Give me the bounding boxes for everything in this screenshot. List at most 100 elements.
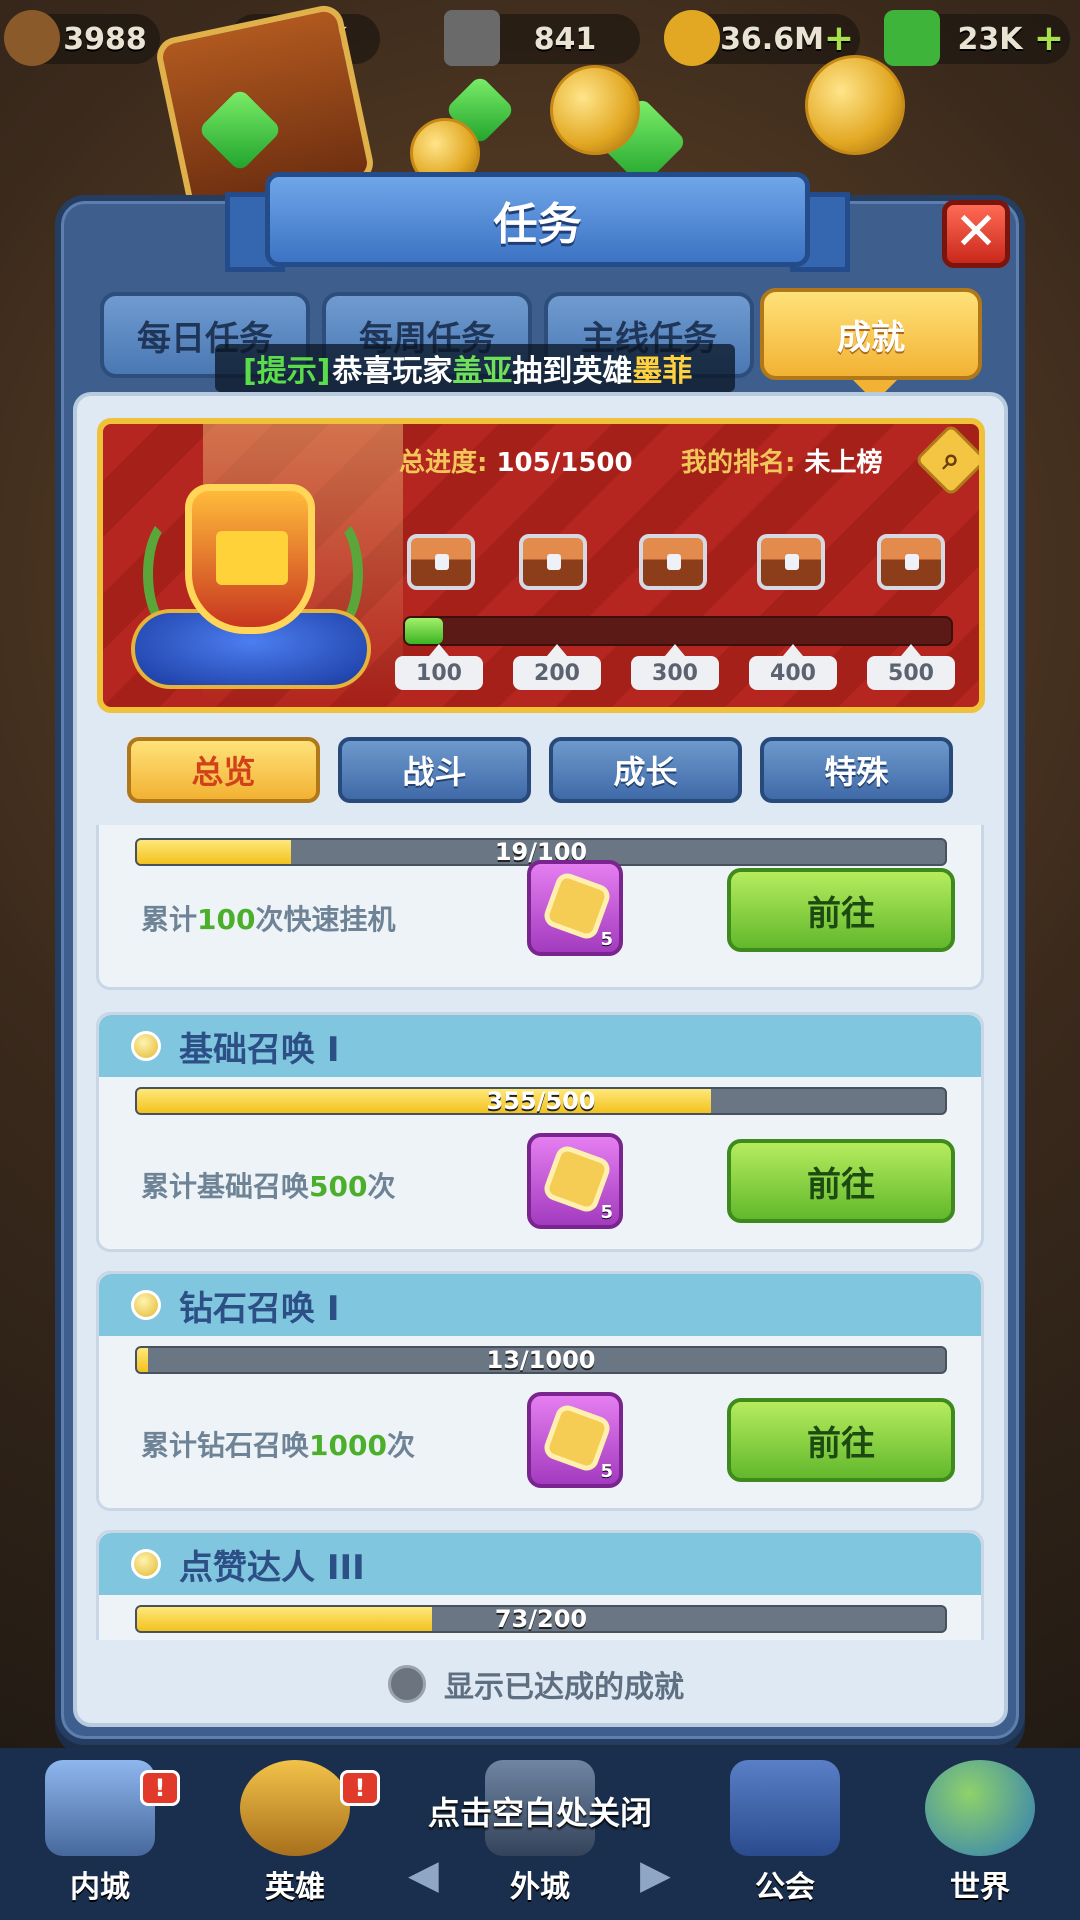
nav-label: 外城 xyxy=(510,1870,570,1905)
total-progress-label: 总进度: xyxy=(399,448,488,478)
gem-icon xyxy=(884,10,940,66)
go-button[interactable]: 前往 xyxy=(727,868,955,952)
achievement-header: 基础召唤 I xyxy=(99,1015,981,1077)
desc-text: 次 xyxy=(386,1429,415,1462)
tab-achievement[interactable]: 成就 xyxy=(760,288,982,380)
total-progress-fill xyxy=(405,618,444,644)
achievement-progress-bar: 13/1000 xyxy=(135,1346,947,1374)
achievement-card: 19/100 累计100次快速挂机 5 前往 xyxy=(96,825,984,990)
chevron-right-icon[interactable]: ▶ xyxy=(640,1852,671,1898)
achievement-summary: 总进度: 105/1500 我的排名: 未上榜 ⌕ 100 200 300 40… xyxy=(97,418,985,713)
nav-label: 公会 xyxy=(755,1870,815,1905)
ranking-search-button[interactable]: ⌕ xyxy=(914,424,979,497)
desc-text: 累计基础召唤 xyxy=(141,1170,310,1203)
chest-200-icon[interactable] xyxy=(519,534,587,590)
reward-item[interactable]: 5 xyxy=(527,1133,623,1229)
crown-shield-icon xyxy=(185,484,315,634)
achievement-progress-text: 73/200 xyxy=(494,1605,588,1633)
category-growth[interactable]: 成长 xyxy=(549,737,742,803)
resource-gem-value: 23K xyxy=(957,21,1023,57)
notice-middle: 抽到英雄 xyxy=(512,354,633,389)
close-button[interactable]: ✕ xyxy=(942,200,1010,268)
desc-number: 500 xyxy=(309,1170,368,1203)
bullet-icon xyxy=(131,1290,161,1320)
my-rank: 我的排名: 未上榜 xyxy=(681,442,882,479)
nav-label: 英雄 xyxy=(265,1870,325,1905)
achievement-progress-bar: 355/500 xyxy=(135,1087,947,1115)
notice-hero: 墨菲 xyxy=(632,354,693,389)
reward-item[interactable]: 5 xyxy=(527,860,623,956)
resource-gold-value: 36.6M xyxy=(720,21,824,57)
achievement-header: 点赞达人 III xyxy=(99,1533,981,1595)
wood-icon xyxy=(4,10,60,66)
nav-world[interactable]: 世界 xyxy=(900,1748,1060,1920)
nav-guild[interactable]: 公会 xyxy=(705,1748,865,1920)
achievement-desc: 累计100次快速挂机 xyxy=(141,898,395,938)
chevron-left-icon[interactable]: ◀ xyxy=(408,1852,439,1898)
category-battle[interactable]: 战斗 xyxy=(338,737,531,803)
chest-500-icon[interactable] xyxy=(877,534,945,590)
go-button[interactable]: 前往 xyxy=(727,1139,955,1223)
my-rank-value: 未上榜 xyxy=(804,448,883,478)
reward-item[interactable]: 5 xyxy=(527,1392,623,1488)
toggle-radio[interactable] xyxy=(388,1665,426,1703)
milestone-label: 500 xyxy=(867,644,955,690)
resource-wood: 3988 xyxy=(4,10,160,66)
nav-label: 内城 xyxy=(70,1870,130,1905)
achievement-card: 钻石召唤 I 13/1000 累计钻石召唤1000次 5 前往 xyxy=(96,1271,984,1511)
reward-count: 5 xyxy=(600,929,613,950)
desc-text: 次快速挂机 xyxy=(255,903,396,936)
total-progress-bar xyxy=(403,616,953,646)
toggle-label: 显示已达成的成就 xyxy=(444,1670,684,1705)
nav-label: 世界 xyxy=(950,1870,1010,1905)
achievement-progress-bar: 73/200 xyxy=(135,1605,947,1633)
achievement-title: 基础召唤 I xyxy=(179,1029,340,1070)
go-button[interactable]: 前往 xyxy=(727,1398,955,1482)
total-progress: 总进度: 105/1500 xyxy=(399,442,633,479)
achievement-desc: 累计基础召唤500次 xyxy=(141,1165,395,1205)
achievement-header: 钻石召唤 I xyxy=(99,1274,981,1336)
reward-count: 5 xyxy=(600,1461,613,1482)
close-hint[interactable]: 点击空白处关闭 xyxy=(0,1788,1080,1834)
add-gem-icon[interactable]: + xyxy=(1034,21,1064,57)
resource-iron: 841 xyxy=(444,10,640,66)
chest-300-icon[interactable] xyxy=(639,534,707,590)
desc-number: 1000 xyxy=(309,1429,387,1462)
resource-gem[interactable]: 23K + xyxy=(884,10,1070,66)
show-completed-toggle[interactable]: 显示已达成的成就 xyxy=(388,1662,684,1706)
desc-text: 累计 xyxy=(141,903,198,936)
desc-number: 100 xyxy=(197,903,256,936)
desc-text: 累计钻石召唤 xyxy=(141,1429,310,1462)
resource-iron-value: 841 xyxy=(533,21,597,57)
add-gold-icon[interactable]: + xyxy=(824,21,854,57)
desc-text: 次 xyxy=(367,1170,396,1203)
iron-icon xyxy=(444,10,500,66)
milestone-label: 300 xyxy=(631,644,719,690)
bullet-icon xyxy=(131,1549,161,1579)
gold-coin-icon xyxy=(664,10,720,66)
achievement-list[interactable]: 19/100 累计100次快速挂机 5 前往 基础召唤 I 355/500 累计… xyxy=(96,825,984,1640)
nav-hero[interactable]: 英雄 ! xyxy=(215,1748,380,1920)
nav-inner-city[interactable]: 内城 ! xyxy=(20,1748,180,1920)
nav-outer-city[interactable]: 外城 xyxy=(460,1748,620,1920)
notice-ticker: [提示] 恭喜玩家 盖亚 抽到英雄 墨菲 xyxy=(215,344,735,392)
resource-wood-value: 3988 xyxy=(63,21,147,57)
notice-player: 盖亚 xyxy=(452,354,513,389)
coin-decoration xyxy=(550,65,640,155)
achievement-title: 钻石召唤 I xyxy=(179,1288,340,1329)
achievement-title: 点赞达人 III xyxy=(179,1547,365,1588)
total-progress-value: 105/1500 xyxy=(496,448,633,478)
achievement-card: 基础召唤 I 355/500 累计基础召唤500次 5 前往 xyxy=(96,1012,984,1252)
chest-100-icon[interactable] xyxy=(407,534,475,590)
milestone-label: 100 xyxy=(395,644,483,690)
notice-prefix: 恭喜玩家 xyxy=(332,354,453,389)
resource-gold[interactable]: 36.6M + xyxy=(664,10,860,66)
notice-tag: [提示] xyxy=(243,354,331,389)
category-overview[interactable]: 总览 xyxy=(127,737,320,803)
bottom-nav: 内城 ! 英雄 ! 外城 公会 世界 xyxy=(0,1748,1080,1920)
achievement-desc: 累计钻石召唤1000次 xyxy=(141,1424,415,1464)
chest-400-icon[interactable] xyxy=(757,534,825,590)
dialog-title: 任务 xyxy=(265,172,810,267)
bullet-icon xyxy=(131,1031,161,1061)
category-special[interactable]: 特殊 xyxy=(760,737,953,803)
